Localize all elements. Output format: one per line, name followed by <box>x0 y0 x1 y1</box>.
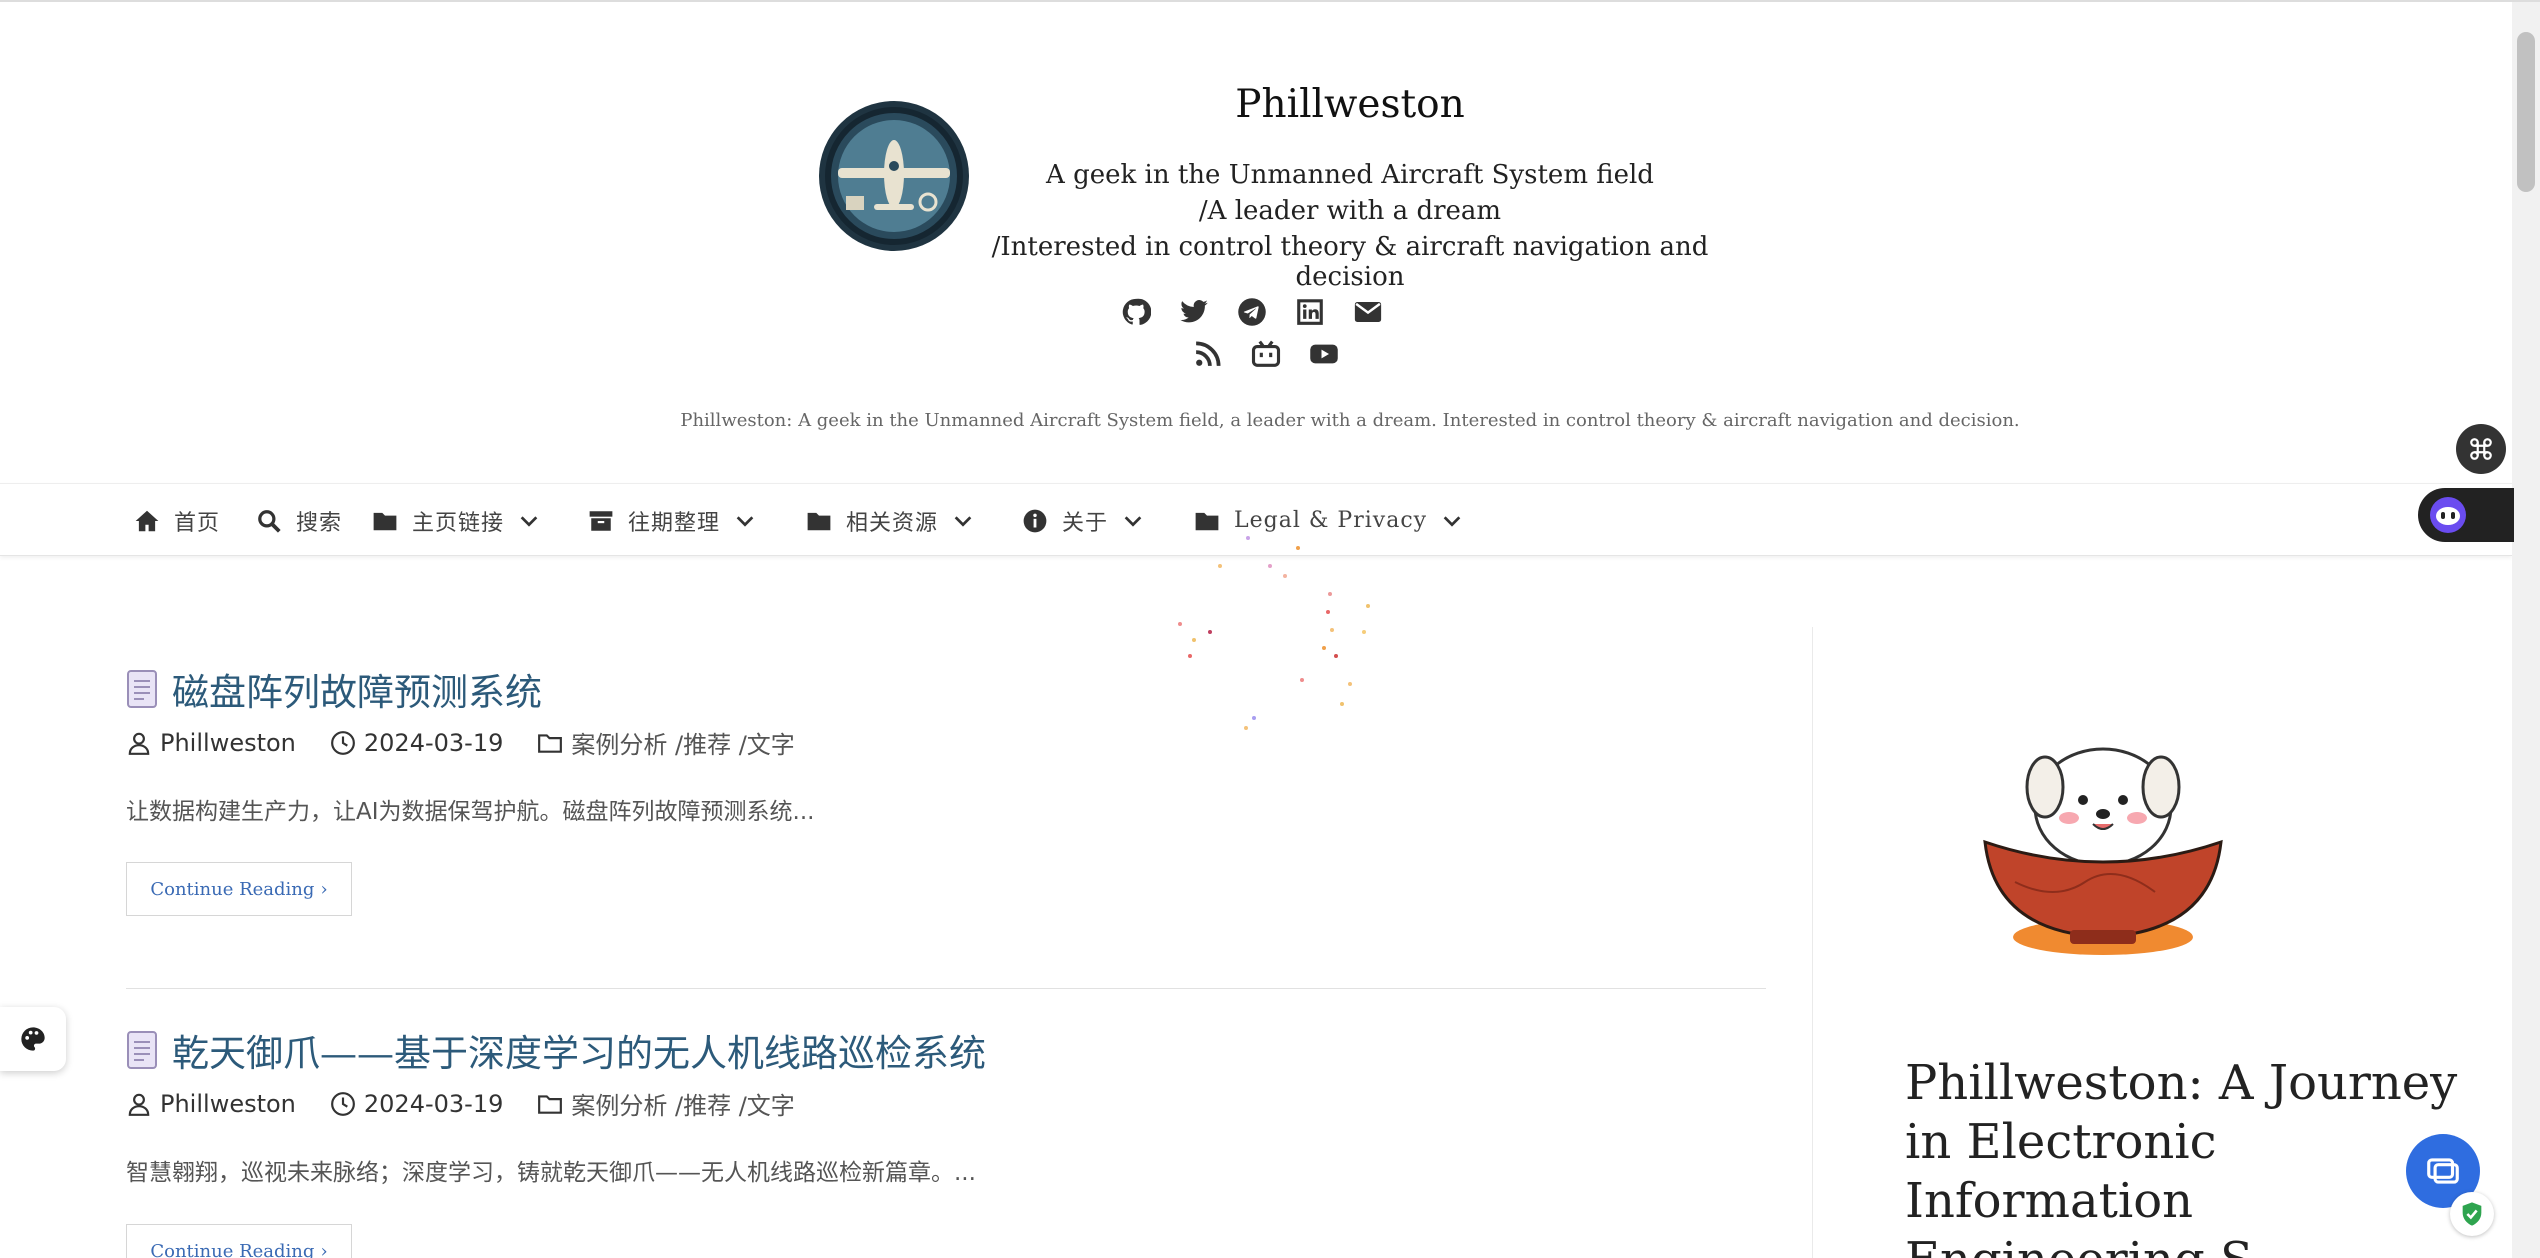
github-icon[interactable] <box>1118 294 1154 330</box>
command-menu-button[interactable] <box>2456 424 2506 474</box>
folder-icon <box>807 512 831 530</box>
nav-item-archives[interactable]: 往期整理 <box>588 484 756 557</box>
site-tagline-line: /A leader with a dream <box>1198 196 1502 226</box>
page-scrollbar[interactable] <box>2512 2 2540 1258</box>
browser-viewport: Phillweston A geek in the Unmanned Aircr… <box>0 0 2540 1258</box>
info-icon <box>1023 509 1047 532</box>
sidebar-heading-link[interactable]: Phillweston: A Journey in Electronic Inf… <box>1905 1054 2465 1258</box>
nav-item-label: 主页链接 <box>412 510 505 536</box>
document-icon <box>127 670 157 708</box>
chevron-right-icon: › <box>320 878 328 900</box>
scrollbar-thumb[interactable] <box>2517 32 2535 192</box>
chevron-down-icon <box>1443 515 1461 527</box>
post-divider <box>126 988 1766 989</box>
post-excerpt: 让数据构建生产力，让AI为数据保驾护航。磁盘阵列故障预测系统... <box>126 799 815 825</box>
chevron-right-icon: › <box>320 1240 328 1258</box>
folder-outline-icon <box>538 1094 563 1114</box>
youtube-icon[interactable] <box>1306 336 1342 372</box>
post-author[interactable]: Phillweston <box>160 1090 296 1118</box>
social-links-secondary <box>1190 334 1350 374</box>
clock-icon <box>330 730 355 755</box>
post-excerpt: 智慧翱翔，巡视未来脉络；深度学习，铸就乾天御爪——无人机线路巡检新篇章。... <box>126 1160 976 1186</box>
user-icon <box>128 732 150 755</box>
social-links <box>1118 292 1398 332</box>
ai-assistant-icon <box>2430 497 2466 533</box>
folder-icon <box>1195 512 1219 530</box>
site-tagline-line: /Interested in control theory & aircraft… <box>991 232 1709 292</box>
chat-icon <box>2427 1158 2459 1184</box>
chevron-down-icon <box>954 515 972 527</box>
nav-item-home[interactable]: 首页 <box>134 484 220 557</box>
aircraft-logo-icon <box>825 107 963 245</box>
post-categories[interactable]: 案例分析 /推荐 /文字 <box>571 725 794 760</box>
post-title-link[interactable]: 乾天御爪——基于深度学习的无人机线路巡检系统 <box>126 1023 986 1077</box>
nav-item-homepage-links[interactable]: 主页链接 <box>372 484 540 557</box>
nav-item-about[interactable]: 关于 <box>1022 484 1144 557</box>
site-header: Phillweston A geek in the Unmanned Aircr… <box>0 2 2512 482</box>
continue-reading-button[interactable]: Continue Reading › <box>126 1224 352 1258</box>
site-description: Phillweston: A geek in the Unmanned Airc… <box>680 410 2020 431</box>
post-title-link[interactable]: 磁盘阵列故障预测系统 <box>126 662 542 716</box>
main-navigation: 首页 搜索 主页链接 往期整理 相关资源 关于 Legal & Privacy <box>0 483 2512 556</box>
theme-palette-button[interactable] <box>0 1007 66 1071</box>
nav-item-legal-privacy[interactable]: Legal & Privacy <box>1194 484 1463 557</box>
sidebar-divider <box>1812 627 1813 1258</box>
continue-reading-label: Continue Reading <box>150 878 315 900</box>
site-logo[interactable] <box>819 101 969 251</box>
nav-item-search[interactable]: 搜索 <box>256 484 342 557</box>
post-title-text: 磁盘阵列故障预测系统 <box>172 671 542 714</box>
archive-icon <box>589 510 613 531</box>
palette-icon <box>21 1027 45 1051</box>
post-meta: Phillweston 2024-03-19 案例分析 /推荐 /文字 <box>126 725 795 760</box>
rss-icon[interactable] <box>1190 336 1226 372</box>
chevron-down-icon <box>520 515 538 527</box>
post-date: 2024-03-19 <box>363 1089 504 1118</box>
continue-reading-button[interactable]: Continue Reading › <box>126 862 352 916</box>
folder-outline-icon <box>538 733 563 753</box>
shield-check-icon <box>2462 1202 2482 1226</box>
telegram-icon[interactable] <box>1234 294 1270 330</box>
bilibili-icon[interactable] <box>1248 336 1284 372</box>
post-categories[interactable]: 案例分析 /推荐 /文字 <box>571 1086 794 1121</box>
site-title[interactable]: Phillweston <box>1100 82 1600 127</box>
user-icon <box>128 1093 150 1116</box>
linkedin-icon[interactable] <box>1292 294 1328 330</box>
email-icon[interactable] <box>1350 294 1386 330</box>
continue-reading-label: Continue Reading <box>150 1240 315 1258</box>
chevron-down-icon <box>736 515 754 527</box>
nav-item-resources[interactable]: 相关资源 <box>806 484 974 557</box>
ai-assistant-toggle[interactable] <box>2418 488 2514 542</box>
security-shield-badge[interactable] <box>2450 1192 2494 1236</box>
post-meta: Phillweston 2024-03-19 案例分析 /推荐 /文字 <box>126 1086 795 1121</box>
nav-item-label: Legal & Privacy <box>1234 508 1428 533</box>
nav-item-label: 搜索 <box>296 510 343 536</box>
clock-icon <box>330 1091 355 1116</box>
chevron-down-icon <box>1124 515 1142 527</box>
dog-in-bowl-image <box>1983 747 2223 955</box>
nav-item-label: 首页 <box>174 510 221 536</box>
search-icon <box>258 509 281 533</box>
command-icon <box>2470 438 2492 460</box>
home-icon <box>135 510 159 531</box>
post-title-text: 乾天御爪——基于深度学习的无人机线路巡检系统 <box>172 1032 986 1075</box>
nav-item-label: 往期整理 <box>628 510 721 536</box>
folder-icon <box>373 512 397 530</box>
twitter-icon[interactable] <box>1176 294 1212 330</box>
nav-item-label: 相关资源 <box>846 510 939 536</box>
post-date: 2024-03-19 <box>363 728 504 757</box>
document-icon <box>127 1031 157 1069</box>
nav-item-label: 关于 <box>1062 510 1109 536</box>
site-tagline-line: A geek in the Unmanned Aircraft System f… <box>1046 160 1654 190</box>
post-author[interactable]: Phillweston <box>160 729 296 757</box>
